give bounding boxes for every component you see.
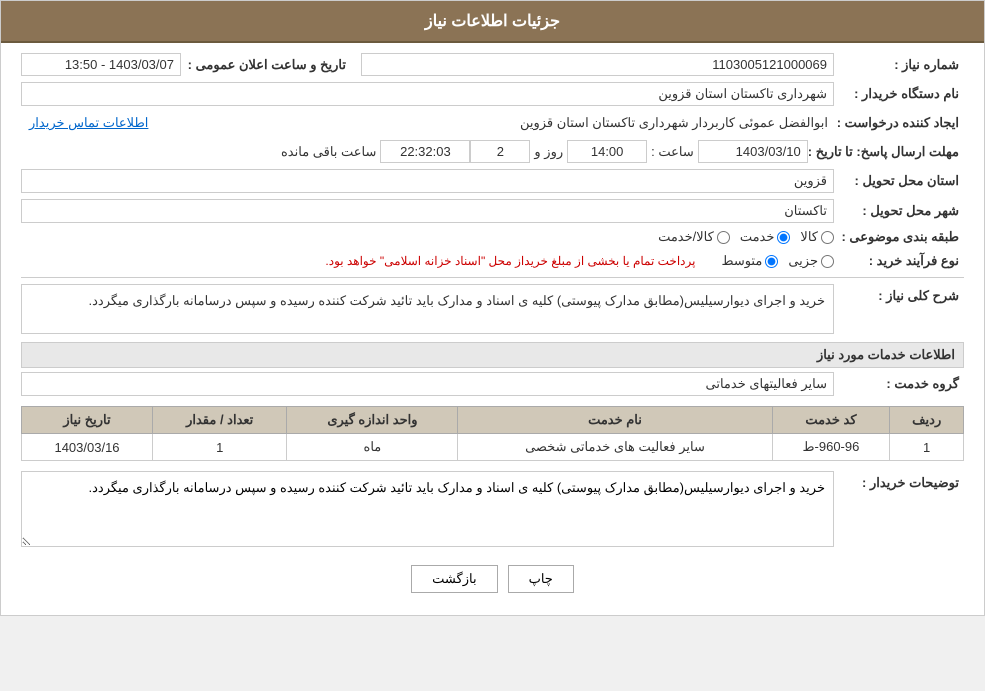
tarikh-ilan-label: تاریخ و ساعت اعلان عمومی : (181, 57, 351, 73)
back-button[interactable]: بازگشت (411, 565, 497, 593)
motevaset-label: متوسط (721, 253, 762, 269)
garoh-label: گروه خدمت : (834, 376, 964, 392)
kala-khadamat-label: کالا/خدمت (658, 229, 714, 245)
services-table-wrapper: ردیف کد خدمت نام خدمت واحد اندازه گیری ت… (21, 406, 964, 461)
ostan-label: استان محل تحویل : (834, 173, 964, 189)
cell-name: سایر فعالیت های خدماتی شخصی (458, 434, 772, 461)
nam-dastgah-value: شهرداری تاکستان استان قزوین (21, 82, 834, 106)
sharhkoli-text: خرید و اجرای دیوارسیلیس(مطابق مدارک پیوس… (21, 284, 834, 334)
button-row: چاپ بازگشت (21, 553, 964, 605)
mohlat-countdown: 22:32:03 (380, 140, 470, 163)
services-table: ردیف کد خدمت نام خدمت واحد اندازه گیری ت… (21, 406, 964, 461)
cell-radif: 1 (890, 434, 964, 461)
shomara-value: 1103005121000069 (361, 53, 834, 76)
page-title: جزئیات اطلاعات نیاز (1, 1, 984, 43)
cell-tarikh: 1403/03/16 (22, 434, 153, 461)
cell-kod: 960-96-ط (772, 434, 890, 461)
shomara-label: شماره نیاز : (834, 57, 964, 73)
nam-dastgah-label: نام دستگاه خریدار : (834, 86, 964, 102)
khadamat-label: خدمت (740, 229, 775, 245)
mohlat-label: مهلت ارسال پاسخ: تا تاریخ : (808, 144, 964, 160)
mohlat-roz: 2 (470, 140, 530, 163)
radio-jozyi[interactable]: جزیی (788, 253, 834, 269)
ostan-value: قزوین (21, 169, 834, 193)
cell-vahed: ماه (287, 434, 458, 461)
radio-motevaset[interactable]: متوسط (721, 253, 778, 269)
farayand-radio-group: متوسط جزیی (721, 253, 834, 269)
ijad-link[interactable]: اطلاعات تماس خریدار (21, 112, 156, 134)
tabaqe-label: طبقه بندی موضوعی : (834, 229, 964, 245)
kala-label: کالا (800, 229, 818, 245)
radio-khadamat[interactable]: خدمت (740, 229, 791, 245)
tabaqe-radio-group: کالا/خدمت خدمت کالا (658, 229, 834, 245)
mohlat-countdown-label: ساعت باقی مانده (277, 141, 380, 163)
col-radif: ردیف (890, 407, 964, 434)
cell-tedad: 1 (153, 434, 287, 461)
tosihaat-text[interactable] (21, 471, 834, 547)
shahr-label: شهر محل تحویل : (834, 203, 964, 219)
section-khadamat-title: اطلاعات خدمات مورد نیاز (21, 342, 964, 368)
farayand-note: پرداخت تمام یا بخشی از مبلغ خریداز محل "… (21, 251, 701, 271)
ijad-value: ابوالفضل عموئی کاربردار شهرداری تاکستان … (156, 112, 834, 134)
col-tarikh: تاریخ نیاز (22, 407, 153, 434)
table-row: 1 960-96-ط سایر فعالیت های خدماتی شخصی م… (22, 434, 964, 461)
garoh-value: سایر فعالیتهای خدماتی (21, 372, 834, 396)
ijad-label: ایجاد کننده درخواست : (834, 115, 964, 131)
radio-kala[interactable]: کالا (800, 229, 834, 245)
tosihaat-label: توضیحات خریدار : (834, 471, 964, 491)
jozyi-label: جزیی (788, 253, 818, 269)
noe-farayand-label: نوع فرآیند خرید : (834, 253, 964, 269)
mohlat-date: 1403/03/10 (698, 140, 808, 163)
col-name: نام خدمت (458, 407, 772, 434)
tarikh-ilan-value: 1403/03/07 - 13:50 (21, 53, 181, 76)
radio-kala-khadamat[interactable]: کالا/خدمت (658, 229, 730, 245)
col-vahed: واحد اندازه گیری (287, 407, 458, 434)
col-tedad: تعداد / مقدار (153, 407, 287, 434)
col-kod: کد خدمت (772, 407, 890, 434)
mohlat-roz-label: روز و (530, 141, 567, 163)
shahr-value: تاکستان (21, 199, 834, 223)
mohlat-time: 14:00 (567, 140, 647, 163)
mohlat-time-label: ساعت : (647, 141, 698, 163)
print-button[interactable]: چاپ (508, 565, 574, 593)
sharhkoli-label: شرح کلی نیاز : (834, 284, 964, 304)
